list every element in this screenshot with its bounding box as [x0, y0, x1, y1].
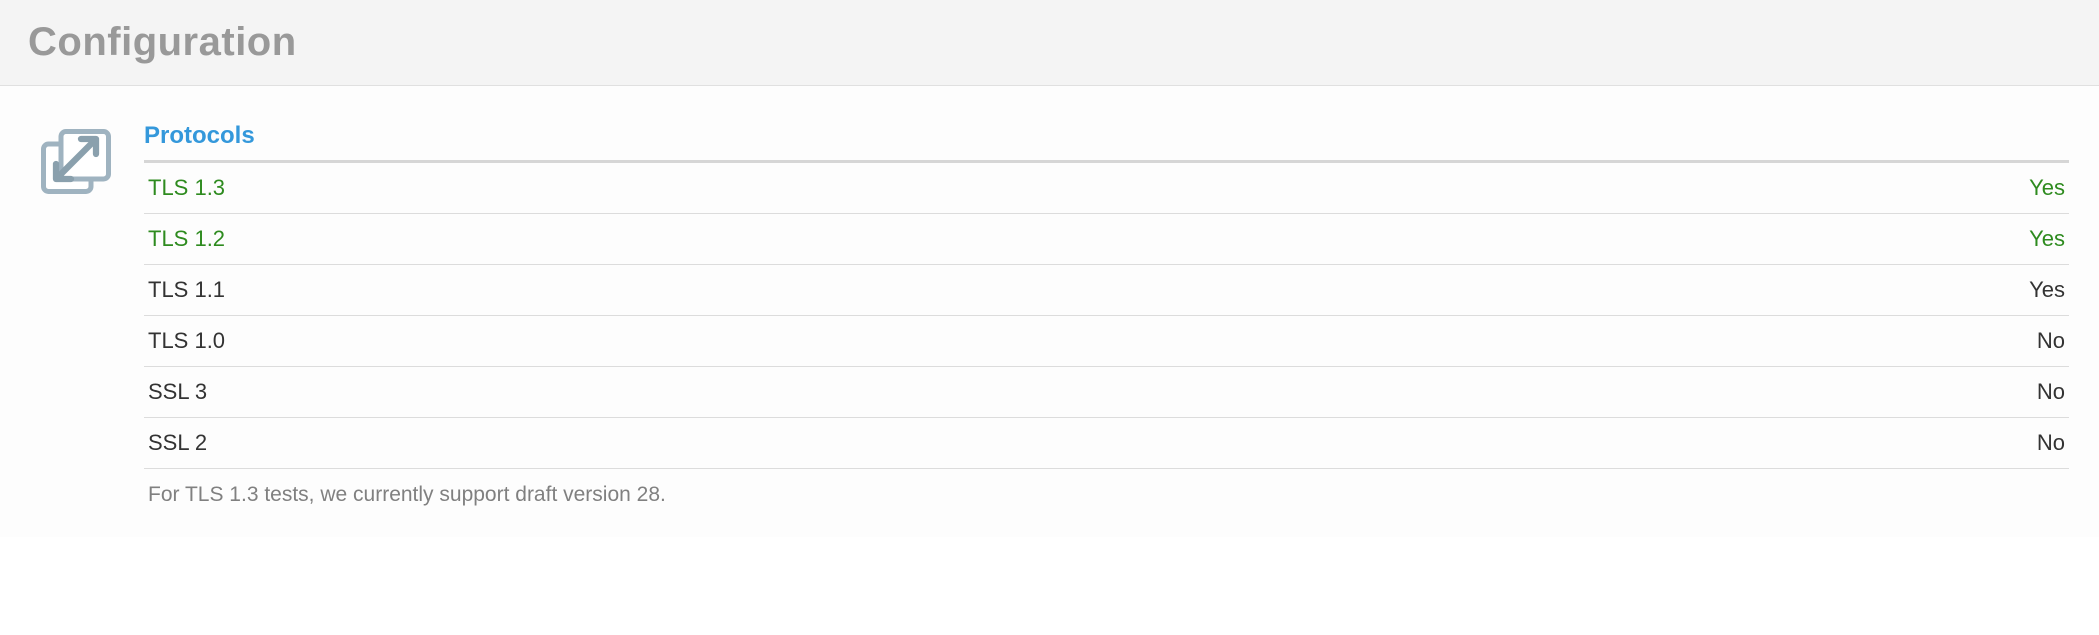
protocol-value: Yes	[2029, 226, 2065, 252]
protocols-table: Protocols TLS 1.3 Yes TLS 1.2 Yes TLS 1.…	[144, 122, 2069, 517]
protocol-name: TLS 1.0	[148, 328, 225, 354]
section-footnote: For TLS 1.3 tests, we currently support …	[144, 469, 2069, 517]
table-row: SSL 2 No	[144, 418, 2069, 469]
expand-icon[interactable]	[36, 122, 116, 202]
section-title: Protocols	[144, 122, 2069, 163]
protocol-value: Yes	[2029, 277, 2065, 303]
protocol-value: No	[2037, 328, 2065, 354]
protocol-value: Yes	[2029, 175, 2065, 201]
protocol-name: TLS 1.2	[148, 226, 225, 252]
protocol-value: No	[2037, 430, 2065, 456]
table-row: TLS 1.2 Yes	[144, 214, 2069, 265]
header-bar: Configuration	[0, 0, 2099, 86]
protocol-name: SSL 2	[148, 430, 207, 456]
content: Protocols TLS 1.3 Yes TLS 1.2 Yes TLS 1.…	[0, 86, 2099, 537]
protocol-name: SSL 3	[148, 379, 207, 405]
protocol-value: No	[2037, 379, 2065, 405]
table-row: TLS 1.1 Yes	[144, 265, 2069, 316]
table-row: TLS 1.0 No	[144, 316, 2069, 367]
table-row: TLS 1.3 Yes	[144, 163, 2069, 214]
protocol-name: TLS 1.1	[148, 277, 225, 303]
page-title: Configuration	[28, 20, 2071, 65]
protocol-name: TLS 1.3	[148, 175, 225, 201]
table-row: SSL 3 No	[144, 367, 2069, 418]
